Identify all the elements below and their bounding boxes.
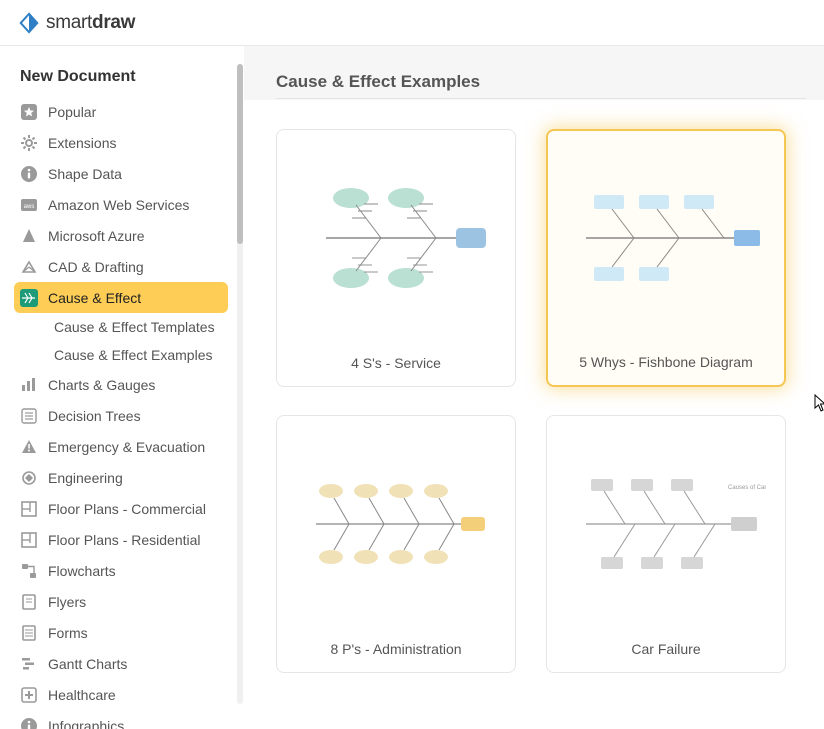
main-content: Cause & Effect Examples 4 S's - Service … [244,46,824,729]
flyer-icon [20,593,38,611]
template-thumbnail: Causes of Car Failure [547,416,785,632]
floorplan-icon [20,531,38,549]
sidebar-item-shape-data[interactable]: Shape Data [14,158,228,189]
brand-logo[interactable]: smartdraw [18,12,135,34]
svg-text:Causes of Car Failure: Causes of Car Failure [728,485,766,491]
sidebar-item-floor-plans-commercial[interactable]: Floor Plans - Commercial [14,493,228,524]
template-card[interactable]: Causes of Car Failure Car Failure [546,415,786,673]
sidebar-item-cause-effect[interactable]: Cause & Effect [14,282,228,313]
svg-text:aws: aws [24,204,35,210]
sidebar-item-label: Healthcare [48,687,116,703]
sidebar-item-infographics[interactable]: Infographics [14,710,228,729]
logo-icon [18,12,40,34]
sidebar-item-engineering[interactable]: Engineering [14,462,228,493]
sidebar-item-label: Gantt Charts [48,656,127,672]
sidebar-item-label: Forms [48,625,88,641]
template-card[interactable]: 8 P's - Administration [276,415,516,673]
sidebar-item-flyers[interactable]: Flyers [14,586,228,617]
sidebar-item-label: Amazon Web Services [48,197,189,213]
sidebar-heading: New Document [20,68,230,86]
engineering-icon [20,469,38,487]
sidebar-item-microsoft-azure[interactable]: Microsoft Azure [14,220,228,251]
sidebar-item-label: Decision Trees [48,408,141,424]
template-thumbnail [277,416,515,632]
template-label: 8 P's - Administration [277,632,515,672]
sidebar-item-cad-drafting[interactable]: CAD & Drafting [14,251,228,282]
sidebar-item-label: Floor Plans - Commercial [48,501,206,517]
warning-icon [20,438,38,456]
sidebar-item-label: Extensions [48,135,116,151]
app-header: smartdraw [0,0,824,46]
sidebar-item-extensions[interactable]: Extensions [14,127,228,158]
gantt-icon [20,655,38,673]
star-icon [20,103,38,121]
sidebar-item-label: Flyers [48,594,86,610]
info-icon [20,165,38,183]
forms-icon [20,624,38,642]
gear-icon [20,134,38,152]
flowchart-icon [20,562,38,580]
sidebar-item-decision-trees[interactable]: Decision Trees [14,400,228,431]
sidebar-scrollbar-thumb[interactable] [237,64,243,244]
template-label: 5 Whys - Fishbone Diagram [548,345,784,385]
fishbone-icon [20,289,38,307]
brand-name: smartdraw [46,12,135,34]
template-card[interactable]: 5 Whys - Fishbone Diagram [546,129,786,387]
sidebar-item-label: Shape Data [48,166,122,182]
medical-icon [20,686,38,704]
info-icon [20,717,38,729]
chart-icon [20,376,38,394]
sidebar-item-label: Charts & Gauges [48,377,155,393]
page-title: Cause & Effect Examples [276,72,806,99]
sidebar-item-emergency-evacuation[interactable]: Emergency & Evacuation [14,431,228,462]
azure-icon [20,227,38,245]
cad-icon [20,258,38,276]
template-label: 4 S's - Service [277,346,515,386]
tree-icon [20,407,38,425]
sidebar-item-floor-plans-residential[interactable]: Floor Plans - Residential [14,524,228,555]
sidebar-subitem[interactable]: Cause & Effect Templates [14,313,228,341]
sidebar-item-forms[interactable]: Forms [14,617,228,648]
sidebar-item-flowcharts[interactable]: Flowcharts [14,555,228,586]
sidebar-item-label: Cause & Effect [48,290,141,306]
aws-icon: aws [20,196,38,214]
sidebar: New Document Popular Extensions Shape Data… [0,46,244,729]
sidebar-item-charts-gauges[interactable]: Charts & Gauges [14,369,228,400]
sidebar-item-label: Microsoft Azure [48,228,144,244]
sidebar-item-gantt-charts[interactable]: Gantt Charts [14,648,228,679]
template-label: Car Failure [547,632,785,672]
sidebar-item-amazon-web-services[interactable]: aws Amazon Web Services [14,189,228,220]
floorplan-icon [20,500,38,518]
sidebar-item-label: Infographics [48,718,124,729]
template-thumbnail [548,131,784,345]
sidebar-item-label: Emergency & Evacuation [48,439,205,455]
sidebar-item-label: Flowcharts [48,563,116,579]
sidebar-item-label: Engineering [48,470,123,486]
sidebar-item-label: Floor Plans - Residential [48,532,201,548]
sidebar-item-popular[interactable]: Popular [14,96,228,127]
sidebar-item-healthcare[interactable]: Healthcare [14,679,228,710]
template-thumbnail [277,130,515,346]
sidebar-item-label: Popular [48,104,96,120]
sidebar-subitem[interactable]: Cause & Effect Examples [14,341,228,369]
template-card[interactable]: 4 S's - Service [276,129,516,387]
sidebar-item-label: CAD & Drafting [48,259,144,275]
